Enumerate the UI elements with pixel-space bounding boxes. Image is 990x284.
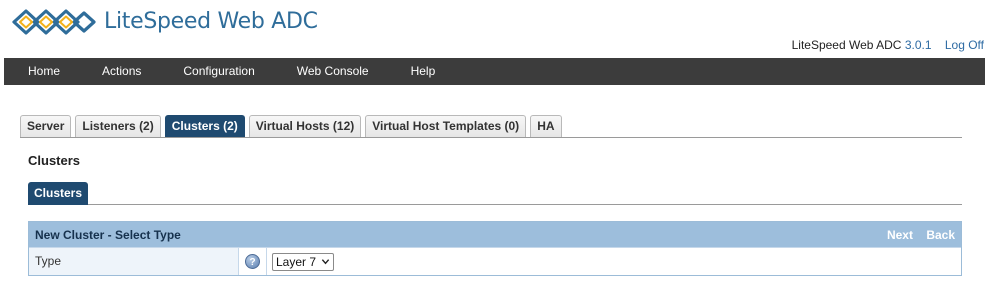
type-select-value: Layer 7 xyxy=(276,254,317,269)
logo-text: LiteSpeed Web ADC xyxy=(104,9,318,34)
logoff-link[interactable]: Log Off xyxy=(945,38,984,52)
help-cell: ? xyxy=(239,248,267,275)
back-button[interactable]: Back xyxy=(926,228,955,242)
nav-home[interactable]: Home xyxy=(4,58,81,85)
main-nav: Home Actions Configuration Web Console H… xyxy=(4,58,985,85)
help-icon[interactable]: ? xyxy=(245,254,260,269)
tab-virtual-hosts[interactable]: Virtual Hosts (12) xyxy=(248,115,362,137)
version-info: LiteSpeed Web ADC 3.0.1 Log Off xyxy=(792,38,984,52)
litespeed-logo-icon xyxy=(12,8,96,36)
panel-header: New Cluster - Select Type Next Back xyxy=(29,222,961,247)
type-label: Type xyxy=(29,248,239,275)
type-value-cell: Layer 7 xyxy=(267,248,961,275)
nav-actions[interactable]: Actions xyxy=(81,58,162,85)
tab-server[interactable]: Server xyxy=(20,115,72,137)
tab-virtual-host-templates[interactable]: Virtual Host Templates (0) xyxy=(365,115,527,137)
config-tabs: Server Listeners (2) Clusters (2) Virtua… xyxy=(20,115,962,138)
type-row: Type ? Layer 7 xyxy=(29,247,961,275)
panel-title: New Cluster - Select Type xyxy=(35,227,181,242)
product-name: LiteSpeed Web ADC xyxy=(791,38,902,52)
nav-help[interactable]: Help xyxy=(390,58,457,85)
page-title: Clusters xyxy=(28,153,81,168)
tab-ha[interactable]: HA xyxy=(530,115,562,137)
tab-clusters[interactable]: Clusters (2) xyxy=(164,115,245,137)
version-number: 3.0.1 xyxy=(904,38,932,52)
nav-configuration[interactable]: Configuration xyxy=(162,58,275,85)
type-select[interactable]: Layer 7 xyxy=(272,252,335,271)
subtab-clusters[interactable]: Clusters xyxy=(28,182,89,205)
tab-listeners[interactable]: Listeners (2) xyxy=(75,115,161,137)
app-header: LiteSpeed Web ADC LiteSpeed Web ADC 3.0.… xyxy=(0,0,990,58)
next-button[interactable]: Next xyxy=(887,228,913,242)
sub-tabs: Clusters xyxy=(28,182,962,205)
nav-web-console[interactable]: Web Console xyxy=(276,58,390,85)
panel-actions: Next Back xyxy=(877,228,955,242)
new-cluster-panel: New Cluster - Select Type Next Back Type… xyxy=(28,221,962,276)
logo[interactable]: LiteSpeed Web ADC xyxy=(12,8,318,36)
chevron-down-icon xyxy=(321,259,330,265)
